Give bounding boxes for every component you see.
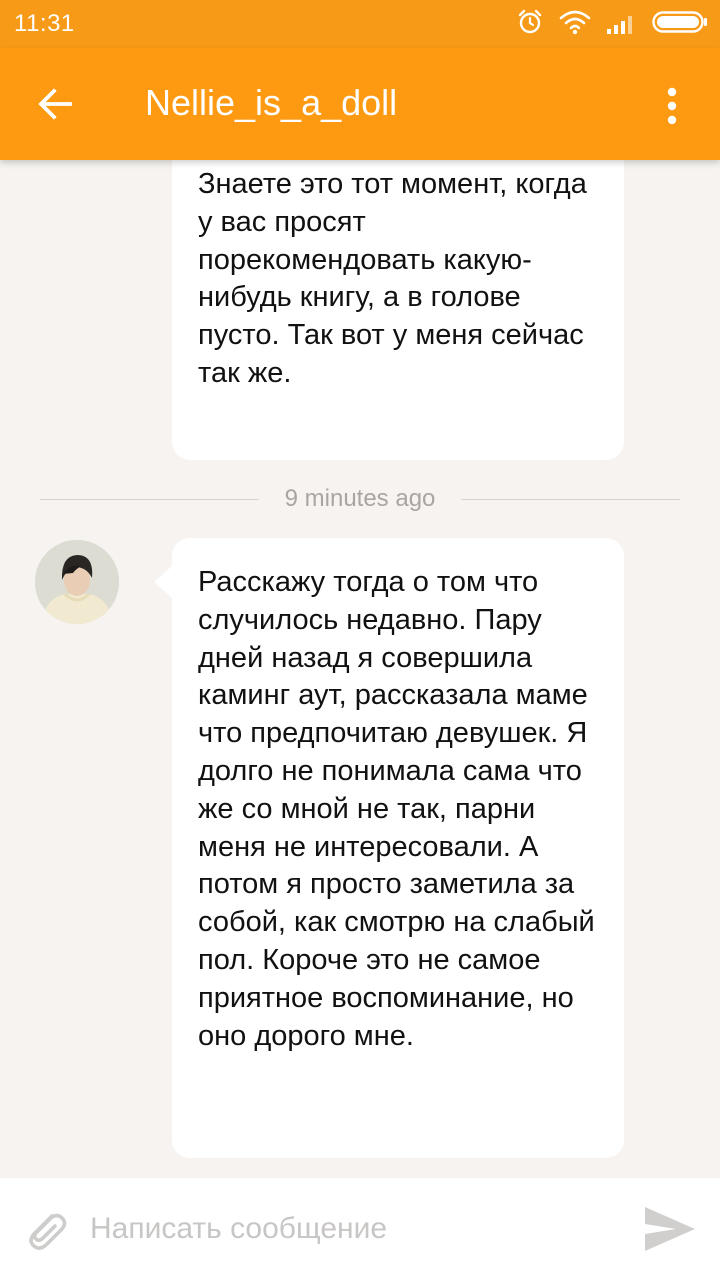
message-bubble: Знаете это тот момент, когда у вас прося…: [172, 160, 624, 460]
divider-line: [40, 498, 259, 500]
message-list[interactable]: Знаете это тот момент, когда у вас прося…: [0, 160, 720, 1178]
signal-icon: [606, 9, 638, 40]
send-button[interactable]: [640, 1200, 700, 1258]
more-vertical-icon: [667, 87, 677, 125]
message-input[interactable]: [90, 1204, 610, 1254]
arrow-left-icon: [38, 88, 72, 120]
divider-line: [461, 498, 681, 500]
status-icons: [516, 8, 708, 40]
message-bubble: Расскажу тогда о том что случилось недав…: [154, 538, 624, 1158]
wifi-icon: [558, 8, 592, 41]
timestamp-divider: 9 minutes ago: [40, 482, 681, 516]
paperclip-icon: [29, 1213, 67, 1250]
chat-title: Nellie_is_a_doll: [145, 82, 398, 123]
back-button[interactable]: [28, 76, 84, 132]
alarm-icon: [516, 8, 544, 41]
bubble-tail: [154, 564, 174, 600]
attach-button[interactable]: [16, 1200, 74, 1258]
timestamp: 9 minutes ago: [284, 485, 436, 512]
more-options-button[interactable]: [648, 78, 696, 134]
app-bar: Nellie_is_a_doll: [0, 48, 720, 160]
status-bar: 11:31: [0, 0, 720, 48]
message-composer: [0, 1178, 720, 1280]
status-time: 11:31: [14, 10, 75, 37]
avatar[interactable]: [35, 540, 119, 624]
battery-icon: [652, 10, 708, 39]
message-text: Расскажу тогда о том что случилось недав…: [198, 566, 595, 1052]
message-text: Знаете это тот момент, когда у вас прося…: [198, 168, 587, 389]
send-icon: [645, 1207, 695, 1251]
